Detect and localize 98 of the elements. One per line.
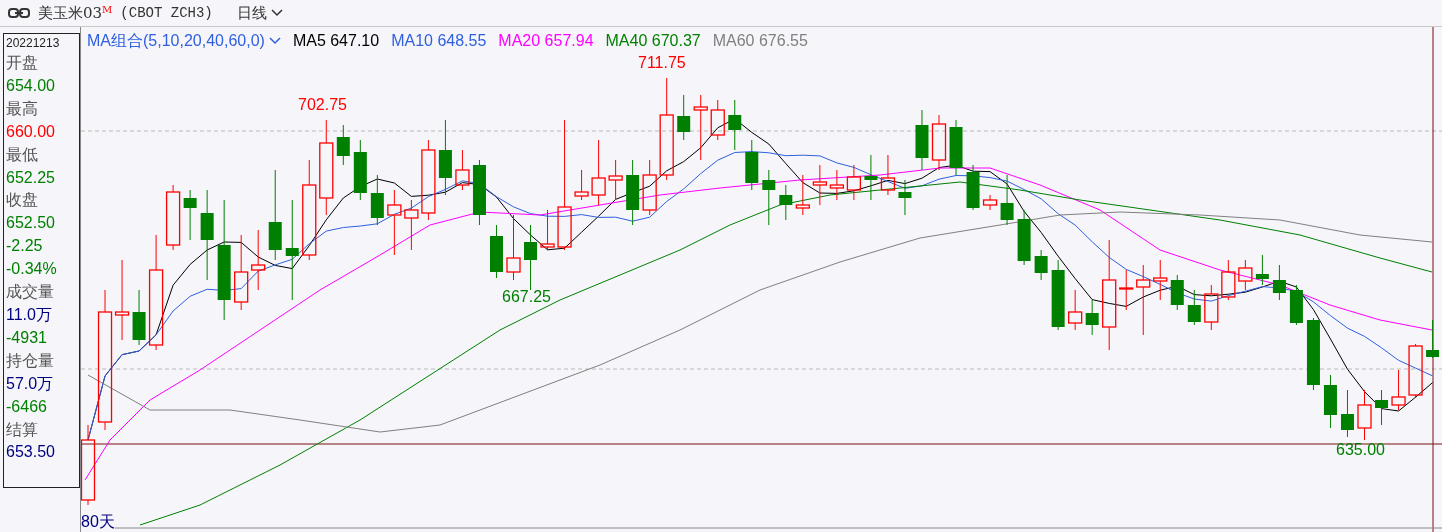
candlestick — [1153, 259, 1168, 301]
candlestick — [1238, 259, 1253, 291]
candlestick — [1119, 269, 1134, 311]
candlestick — [183, 189, 197, 241]
candlestick — [506, 214, 521, 281]
candlestick — [745, 139, 759, 191]
candlestick — [370, 174, 384, 226]
ma-legend-value: MA40 670.37 — [605, 31, 701, 51]
field-value: 653.50 — [6, 442, 56, 463]
field-label: 持仓量 — [6, 350, 55, 371]
candlestick — [626, 159, 640, 226]
candlestick — [1000, 174, 1014, 226]
field-label: 开盘 — [6, 53, 39, 73]
candlestick — [966, 164, 980, 211]
field-label: 成交量 — [6, 282, 55, 303]
candlestick — [524, 224, 537, 291]
candlestick — [982, 194, 998, 211]
candlestick — [251, 229, 266, 291]
candlestick — [1085, 299, 1099, 336]
chevron-down-icon — [268, 37, 281, 45]
candlestick — [1426, 319, 1440, 359]
candlestick — [1136, 264, 1151, 336]
candlestick — [1408, 343, 1423, 399]
candlestick — [1034, 249, 1048, 281]
candlestick — [353, 139, 367, 201]
candlestick — [574, 169, 589, 201]
candlestick — [591, 139, 606, 206]
field-value: 652.50 — [6, 213, 56, 234]
candlestick — [1051, 259, 1065, 331]
candlestick — [779, 184, 793, 221]
field-value: 654.00 — [6, 75, 56, 96]
candlestick — [1375, 389, 1388, 426]
candlestick — [1255, 254, 1269, 286]
chevron-down-icon — [270, 9, 283, 17]
candlestick — [795, 174, 810, 216]
candlestick — [693, 94, 708, 161]
price-label: 702.75 — [298, 95, 347, 115]
candlestick — [1068, 289, 1083, 331]
candlestick — [404, 199, 419, 251]
candlestick — [710, 99, 725, 141]
price-label: 711.75 — [638, 53, 686, 73]
candlestick — [1289, 284, 1303, 326]
field-label: 最低 — [6, 144, 39, 165]
field-value: -4931 — [6, 327, 48, 348]
field-value: -6466 — [6, 396, 48, 417]
ma-legend-value: MA5 647.10 — [292, 31, 380, 51]
candlestick — [455, 149, 470, 191]
field-value: 652.25 — [6, 167, 56, 188]
price-label: 635.00 — [1336, 440, 1385, 460]
candlestick — [949, 119, 963, 176]
candlestick — [915, 109, 929, 171]
candlestick — [1187, 289, 1201, 326]
candlestick — [880, 154, 896, 196]
candlestick — [1272, 264, 1286, 301]
date-text: 20221213 — [6, 35, 61, 52]
candlestick — [540, 209, 555, 251]
candlestick — [728, 99, 742, 151]
candlestick — [472, 159, 486, 226]
field-label: 最高 — [6, 98, 39, 119]
field-value: 11.0万 — [6, 304, 53, 325]
ma-legend-value: MA20 657.94 — [498, 31, 594, 51]
period-count: 80天 — [81, 512, 115, 532]
candlestick — [1341, 389, 1354, 438]
candlestick — [608, 159, 623, 201]
price-label: 667.25 — [502, 287, 551, 307]
field-value: 57.0万 — [6, 373, 55, 394]
candlestick — [1017, 209, 1031, 266]
field-label: 结算 — [6, 419, 39, 440]
candlestick — [1323, 374, 1337, 429]
candlestick — [762, 169, 776, 226]
candlestick — [1204, 284, 1219, 331]
candlestick — [1221, 259, 1236, 301]
ma-legend-value: MA10 648.55 — [391, 31, 487, 51]
candlestick — [387, 189, 402, 256]
candlestick — [677, 94, 691, 141]
candlestick — [1357, 389, 1372, 441]
instrument-code: (CBOT ZCH3) — [120, 3, 213, 23]
candlestick — [132, 289, 146, 346]
candlestick — [846, 164, 862, 201]
candlestick — [931, 114, 947, 171]
candlestick — [336, 124, 350, 166]
indicator-dropdown[interactable]: MA组合(5,10,20,40,60,0) — [87, 29, 281, 53]
field-value: 660.00 — [6, 121, 56, 142]
candlestick — [898, 179, 912, 216]
ma-legend-value: MA60 676.55 — [712, 31, 808, 51]
field-value: -2.25 — [6, 236, 44, 257]
candlestick — [1170, 274, 1184, 311]
field-value: -0.34% — [6, 259, 58, 280]
period-dropdown[interactable]: 日线 — [236, 1, 283, 25]
candlestick — [864, 154, 878, 201]
instrument-name: 美玉米03$^{M}$ — [38, 2, 113, 24]
candlestick — [1391, 369, 1406, 411]
candlestick — [490, 224, 503, 279]
link-icon[interactable] — [8, 8, 30, 18]
candlestick — [812, 164, 827, 206]
field-label: 收盘 — [6, 190, 39, 211]
candlestick — [829, 169, 845, 201]
candlestick — [642, 159, 657, 216]
